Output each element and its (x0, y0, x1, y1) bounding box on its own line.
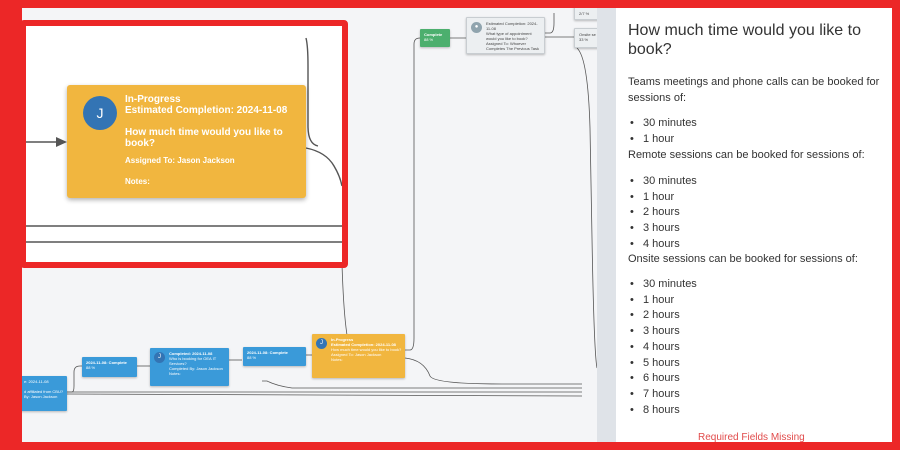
node-text: 88 % (86, 365, 96, 370)
node-text: 2/7 % (579, 11, 590, 16)
required-fields-missing: Required Fields Missing (698, 432, 805, 442)
assignee-avatar: J (83, 96, 117, 130)
onsite-options-list: 30 minutes1 hour2 hours3 hours4 hours5 h… (628, 277, 697, 418)
duration-option: 3 hours (628, 324, 697, 340)
duration-option: 30 minutes (628, 174, 697, 190)
duration-option: 1 hour (628, 293, 697, 309)
node-text: Notes: (169, 371, 181, 376)
assignee-avatar: ● (471, 22, 482, 33)
node-text: What type of appointment would you like … (486, 31, 532, 41)
remote-intro: Remote sessions can be booked for sessio… (628, 149, 865, 161)
zoomed-step-callout: J In-Progress Estimated Completion: 2024… (20, 20, 348, 268)
node-text: Assigned To: Whoever Completes The Previ… (486, 41, 539, 51)
duration-option: 7 hours (628, 387, 697, 403)
panel-title: How much time would you like to book? (628, 22, 861, 58)
step-detail-panel: How much time would you like to book? Te… (616, 8, 892, 442)
duration-option: 1 hour (628, 132, 697, 148)
workflow-node-prior-step[interactable]: e: 2024-11-08 d affiliated from CBU? By:… (22, 376, 67, 411)
duration-option: 5 hours (628, 356, 697, 372)
workflow-node-appointment-type[interactable]: ● Estimated Completion: 2024-11-08 What … (466, 17, 545, 54)
teams-options-list: 30 minutes1 hour (628, 116, 697, 147)
step-question: How much time would you like to book? (125, 127, 283, 149)
node-text: Estimated Completion: 2024-11-08 (486, 21, 538, 31)
workflow-node-onsite[interactable]: Onsite se 33 % (574, 28, 597, 48)
onsite-intro: Onsite sessions can be booked for sessio… (628, 253, 858, 265)
node-text: By: Jason Jackson (24, 394, 58, 399)
duration-option: 1 hour (628, 190, 697, 206)
duration-option: 2 hours (628, 308, 697, 324)
workflow-node-top[interactable]: 2/7 % (574, 8, 597, 20)
teams-intro: Teams meetings and phone calls can be bo… (628, 76, 880, 104)
duration-option: 2 hours (628, 205, 697, 221)
duration-option: 30 minutes (628, 277, 697, 293)
duration-option: 8 hours (628, 403, 697, 419)
step-status: In-Progress (125, 94, 181, 105)
duration-option: 30 minutes (628, 116, 697, 132)
node-text: 33 % (579, 37, 589, 42)
node-text: e: 2024-11-08 (24, 379, 49, 384)
node-text: Notes: (331, 357, 343, 362)
duration-option: 4 hours (628, 340, 697, 356)
panel-resize-handle[interactable] (597, 8, 616, 442)
workflow-node-complete-1[interactable]: 2024-11-08: Complete 88 % (82, 357, 137, 377)
node-text: 88 % (247, 355, 257, 360)
step-assigned-to: Assigned To: Jason Jackson (125, 156, 235, 165)
step-notes: Notes: (125, 177, 150, 186)
node-text: 88 % (424, 37, 434, 42)
in-progress-step-card[interactable]: J In-Progress Estimated Completion: 2024… (67, 85, 306, 198)
duration-option: 3 hours (628, 221, 697, 237)
node-text: Who is booking for OEA IT Services? (169, 356, 217, 366)
duration-option: 6 hours (628, 371, 697, 387)
workflow-node-complete-green[interactable]: Complete 88 % (420, 29, 450, 47)
workflow-node-complete-3[interactable]: 2024-11-08: Complete 88 % (243, 347, 306, 366)
assignee-avatar: J (154, 352, 165, 363)
workflow-node-complete-2[interactable]: J Completed: 2024-11-08 Who is booking f… (150, 348, 229, 386)
workflow-node-in-progress[interactable]: J In-Progress Estimated Completion: 2024… (312, 334, 405, 378)
assignee-avatar: J (316, 338, 327, 349)
remote-options-list: 30 minutes1 hour2 hours3 hours4 hours (628, 174, 697, 253)
step-estimated-completion: Estimated Completion: 2024-11-08 (125, 105, 288, 116)
